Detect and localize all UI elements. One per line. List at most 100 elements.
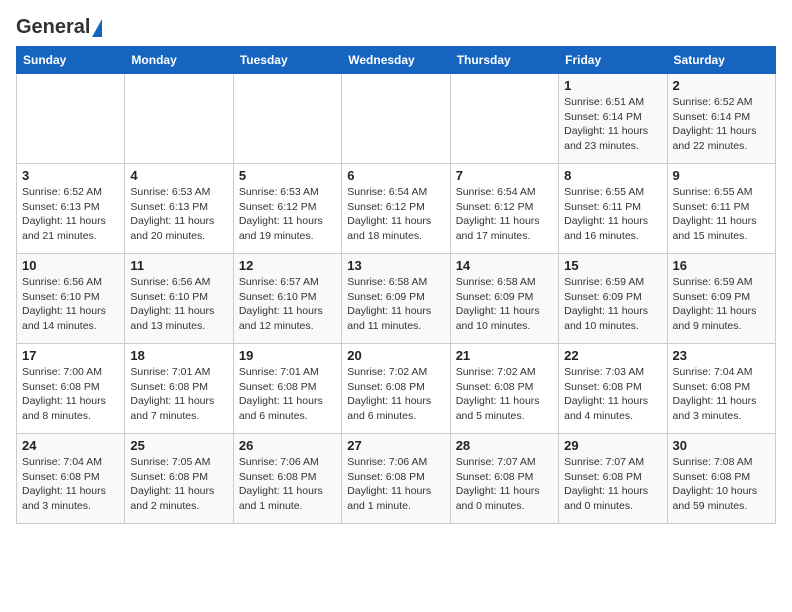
day-number: 21 [456, 348, 553, 363]
day-info: Sunrise: 7:05 AM Sunset: 6:08 PM Dayligh… [130, 455, 227, 514]
calendar-cell: 13 Sunrise: 6:58 AM Sunset: 6:09 PM Dayli… [342, 254, 450, 344]
day-number: 3 [22, 168, 119, 183]
calendar-cell: 3 Sunrise: 6:52 AM Sunset: 6:13 PM Daylig… [17, 164, 125, 254]
calendar-cell: 26 Sunrise: 7:06 AM Sunset: 6:08 PM Dayli… [233, 434, 341, 524]
logo-text: General [16, 16, 102, 38]
calendar-table: SundayMondayTuesdayWednesdayThursdayFrid… [16, 46, 776, 524]
calendar-cell: 15 Sunrise: 6:59 AM Sunset: 6:09 PM Dayli… [559, 254, 667, 344]
day-number: 18 [130, 348, 227, 363]
day-number: 12 [239, 258, 336, 273]
day-info: Sunrise: 6:56 AM Sunset: 6:10 PM Dayligh… [130, 275, 227, 334]
calendar-cell: 19Sunrise: 7:01 AM Sunset: 6:08 PM Dayli… [233, 344, 341, 434]
day-number: 22 [564, 348, 661, 363]
calendar-week-row: 10 Sunrise: 6:56 AM Sunset: 6:10 PM Dayli… [17, 254, 776, 344]
day-number: 24 [22, 438, 119, 453]
day-of-week-header: Monday [125, 47, 233, 74]
day-number: 10 [22, 258, 119, 273]
day-info: Sunrise: 6:59 AM Sunset: 6:09 PM Dayligh… [673, 275, 770, 334]
day-info: Sunrise: 6:57 AM Sunset: 6:10 PM Dayligh… [239, 275, 336, 334]
calendar-cell [450, 74, 558, 164]
calendar-cell: 2 Sunrise: 6:52 AM Sunset: 6:14 PM Daylig… [667, 74, 775, 164]
day-info: Sunrise: 7:08 AM Sunset: 6:08 PM Dayligh… [673, 455, 770, 514]
day-info: Sunrise: 7:06 AM Sunset: 6:08 PM Dayligh… [347, 455, 444, 514]
day-number: 26 [239, 438, 336, 453]
calendar-cell [125, 74, 233, 164]
day-number: 16 [673, 258, 770, 273]
calendar-cell: 22 Sunrise: 7:03 AM Sunset: 6:08 PM Dayli… [559, 344, 667, 434]
day-number: 19 [239, 348, 336, 363]
calendar-cell: 10 Sunrise: 6:56 AM Sunset: 6:10 PM Dayli… [17, 254, 125, 344]
day-info: Sunrise: 6:53 AM Sunset: 6:12 PM Dayligh… [239, 185, 336, 244]
day-of-week-header: Tuesday [233, 47, 341, 74]
calendar-week-row: 24 Sunrise: 7:04 AM Sunset: 6:08 PM Dayli… [17, 434, 776, 524]
day-info: Sunrise: 7:06 AM Sunset: 6:08 PM Dayligh… [239, 455, 336, 514]
calendar-cell: 4 Sunrise: 6:53 AM Sunset: 6:13 PM Daylig… [125, 164, 233, 254]
calendar-cell: 29Sunrise: 7:07 AM Sunset: 6:08 PM Dayli… [559, 434, 667, 524]
day-info: Sunrise: 7:01 AM Sunset: 6:08 PM Dayligh… [130, 365, 227, 424]
day-info: Sunrise: 6:52 AM Sunset: 6:13 PM Dayligh… [22, 185, 119, 244]
day-of-week-header: Sunday [17, 47, 125, 74]
day-info: Sunrise: 6:55 AM Sunset: 6:11 PM Dayligh… [673, 185, 770, 244]
calendar-cell: 17 Sunrise: 7:00 AM Sunset: 6:08 PM Dayli… [17, 344, 125, 434]
day-info: Sunrise: 6:58 AM Sunset: 6:09 PM Dayligh… [347, 275, 444, 334]
day-info: Sunrise: 6:52 AM Sunset: 6:14 PM Dayligh… [673, 95, 770, 154]
calendar-cell [342, 74, 450, 164]
day-info: Sunrise: 6:55 AM Sunset: 6:11 PM Dayligh… [564, 185, 661, 244]
day-number: 2 [673, 78, 770, 93]
calendar-cell: 11 Sunrise: 6:56 AM Sunset: 6:10 PM Dayli… [125, 254, 233, 344]
day-number: 11 [130, 258, 227, 273]
day-number: 20 [347, 348, 444, 363]
day-info: Sunrise: 6:54 AM Sunset: 6:12 PM Dayligh… [456, 185, 553, 244]
day-number: 6 [347, 168, 444, 183]
day-number: 23 [673, 348, 770, 363]
day-info: Sunrise: 6:54 AM Sunset: 6:12 PM Dayligh… [347, 185, 444, 244]
day-info: Sunrise: 7:02 AM Sunset: 6:08 PM Dayligh… [456, 365, 553, 424]
day-of-week-header: Friday [559, 47, 667, 74]
calendar-cell: 12 Sunrise: 6:57 AM Sunset: 6:10 PM Dayli… [233, 254, 341, 344]
day-number: 25 [130, 438, 227, 453]
day-of-week-header: Saturday [667, 47, 775, 74]
calendar-cell: 25 Sunrise: 7:05 AM Sunset: 6:08 PM Dayli… [125, 434, 233, 524]
day-number: 27 [347, 438, 444, 453]
day-info: Sunrise: 7:04 AM Sunset: 6:08 PM Dayligh… [673, 365, 770, 424]
day-number: 7 [456, 168, 553, 183]
day-number: 8 [564, 168, 661, 183]
day-number: 1 [564, 78, 661, 93]
calendar-cell [17, 74, 125, 164]
calendar-cell: 1Sunrise: 6:51 AM Sunset: 6:14 PM Daylig… [559, 74, 667, 164]
day-number: 17 [22, 348, 119, 363]
day-info: Sunrise: 6:56 AM Sunset: 6:10 PM Dayligh… [22, 275, 119, 334]
calendar-cell: 23 Sunrise: 7:04 AM Sunset: 6:08 PM Dayli… [667, 344, 775, 434]
day-number: 4 [130, 168, 227, 183]
calendar-week-row: 1Sunrise: 6:51 AM Sunset: 6:14 PM Daylig… [17, 74, 776, 164]
day-of-week-header: Wednesday [342, 47, 450, 74]
logo-triangle-icon [92, 19, 102, 37]
day-info: Sunrise: 7:03 AM Sunset: 6:08 PM Dayligh… [564, 365, 661, 424]
day-info: Sunrise: 7:07 AM Sunset: 6:08 PM Dayligh… [564, 455, 661, 514]
day-info: Sunrise: 7:00 AM Sunset: 6:08 PM Dayligh… [22, 365, 119, 424]
day-info: Sunrise: 6:59 AM Sunset: 6:09 PM Dayligh… [564, 275, 661, 334]
day-info: Sunrise: 7:07 AM Sunset: 6:08 PM Dayligh… [456, 455, 553, 514]
calendar-cell: 28Sunrise: 7:07 AM Sunset: 6:08 PM Dayli… [450, 434, 558, 524]
day-number: 9 [673, 168, 770, 183]
page-header: General [16, 16, 776, 38]
calendar-week-row: 17 Sunrise: 7:00 AM Sunset: 6:08 PM Dayli… [17, 344, 776, 434]
day-number: 15 [564, 258, 661, 273]
calendar-cell: 30 Sunrise: 7:08 AM Sunset: 6:08 PM Dayli… [667, 434, 775, 524]
calendar-cell: 27 Sunrise: 7:06 AM Sunset: 6:08 PM Dayli… [342, 434, 450, 524]
calendar-cell [233, 74, 341, 164]
calendar-cell: 7 Sunrise: 6:54 AM Sunset: 6:12 PM Daylig… [450, 164, 558, 254]
day-info: Sunrise: 6:53 AM Sunset: 6:13 PM Dayligh… [130, 185, 227, 244]
calendar-cell: 9 Sunrise: 6:55 AM Sunset: 6:11 PM Daylig… [667, 164, 775, 254]
calendar-cell: 18 Sunrise: 7:01 AM Sunset: 6:08 PM Dayli… [125, 344, 233, 434]
calendar-cell: 6 Sunrise: 6:54 AM Sunset: 6:12 PM Daylig… [342, 164, 450, 254]
calendar-cell: 20 Sunrise: 7:02 AM Sunset: 6:08 PM Dayli… [342, 344, 450, 434]
calendar-cell: 16 Sunrise: 6:59 AM Sunset: 6:09 PM Dayli… [667, 254, 775, 344]
calendar-cell: 8 Sunrise: 6:55 AM Sunset: 6:11 PM Daylig… [559, 164, 667, 254]
day-info: Sunrise: 7:02 AM Sunset: 6:08 PM Dayligh… [347, 365, 444, 424]
day-number: 30 [673, 438, 770, 453]
day-number: 14 [456, 258, 553, 273]
day-info: Sunrise: 7:04 AM Sunset: 6:08 PM Dayligh… [22, 455, 119, 514]
day-info: Sunrise: 6:58 AM Sunset: 6:09 PM Dayligh… [456, 275, 553, 334]
day-number: 13 [347, 258, 444, 273]
